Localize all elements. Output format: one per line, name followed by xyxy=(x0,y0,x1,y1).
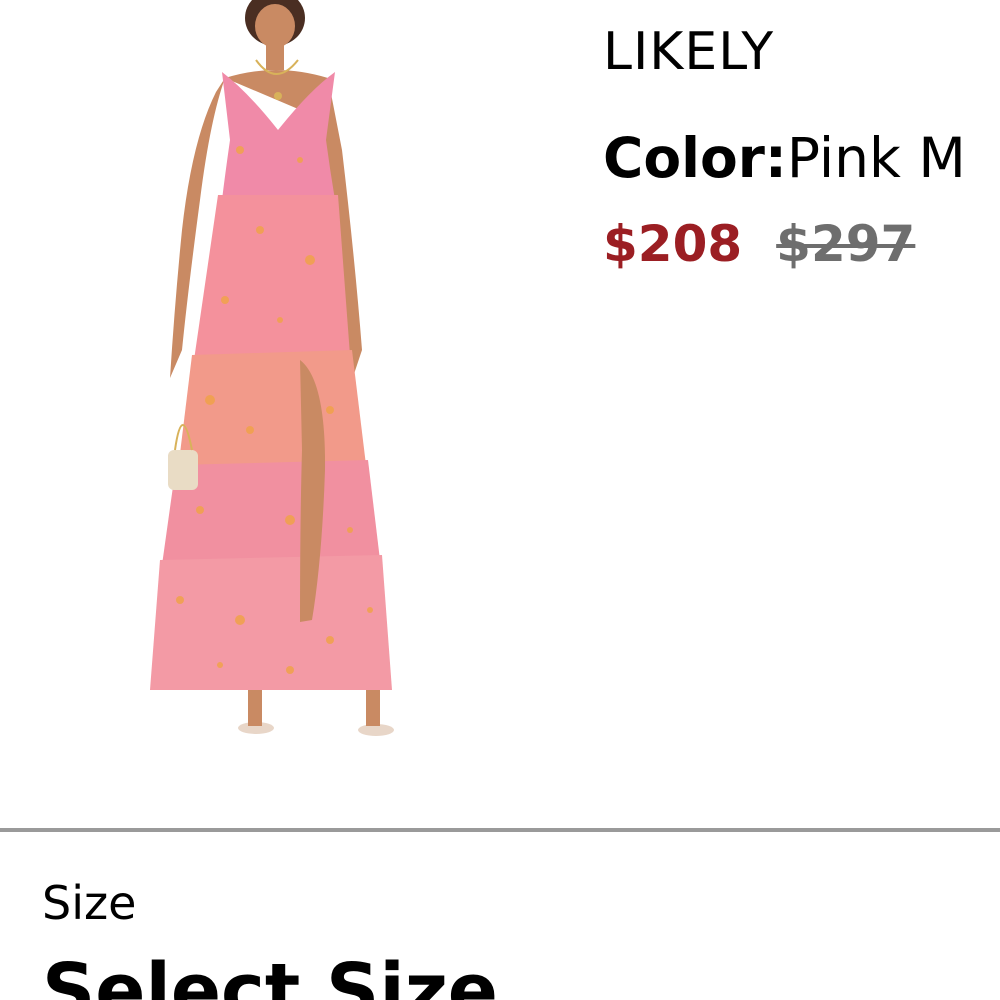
color-info: Color:Pink M xyxy=(603,126,966,190)
product-page: LIKELY Color:Pink M $208 $297 Size Select… xyxy=(0,0,1000,1000)
section-divider xyxy=(0,828,1000,832)
dress-photo-icon xyxy=(150,0,394,736)
color-label: Color: xyxy=(603,126,787,190)
product-image[interactable] xyxy=(130,0,430,770)
brand-name[interactable]: LIKELY xyxy=(603,22,774,82)
size-select-dropdown[interactable]: Select Size xyxy=(42,948,498,1000)
original-price: $297 xyxy=(776,215,916,273)
size-label: Size xyxy=(42,876,137,930)
color-value: Pink M xyxy=(786,126,966,190)
sale-price: $208 xyxy=(603,215,743,273)
price-block: $208 $297 xyxy=(603,215,915,273)
